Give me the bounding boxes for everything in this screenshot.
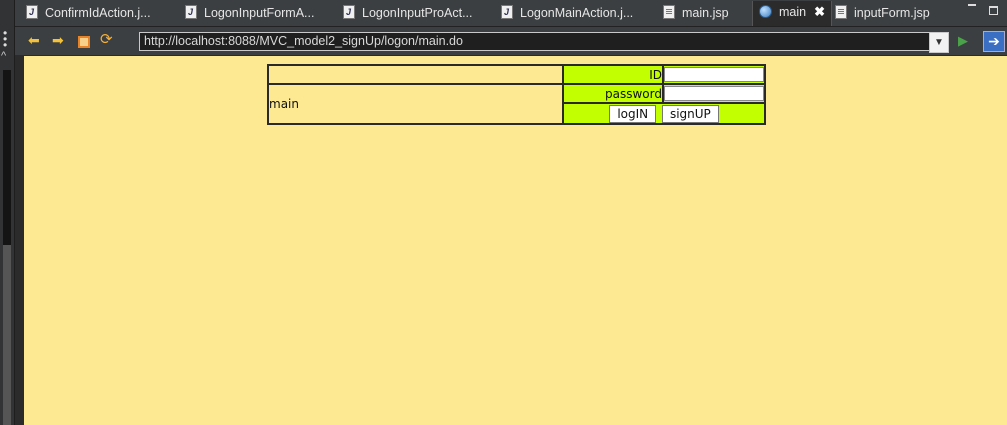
scrollbar-track[interactable] (3, 70, 11, 245)
scroll-up-icon[interactable]: ^ (1, 50, 6, 62)
id-label: ID (562, 64, 664, 85)
tab-label: main (779, 5, 807, 19)
close-icon[interactable]: ✖ (814, 4, 825, 19)
password-input[interactable] (663, 86, 764, 101)
password-input-cell (661, 83, 767, 104)
browser-page: ID main password logIN signUP (24, 56, 1007, 425)
chevron-down-icon[interactable]: ▼ (929, 32, 949, 53)
tab-confirm-id-action[interactable]: ConfirmIdAction.j... (26, 1, 151, 24)
tab-label: LogonInputProAct... (362, 6, 473, 20)
button-row: logIN signUP (562, 102, 766, 125)
java-file-icon (501, 1, 513, 23)
java-file-icon (26, 1, 38, 23)
jsp-file-icon (835, 5, 847, 19)
signup-button[interactable]: signUP (661, 104, 719, 123)
main-content-cell: main (266, 83, 565, 125)
maximize-icon[interactable] (989, 6, 998, 15)
browser-toolbar: ⬅ ➡ ⟳ http://localhost:8088/MVC_model2_s… (14, 27, 1007, 55)
vertical-dots-icon[interactable]: • • • (3, 27, 7, 51)
tab-label: LogonInputFormA... (204, 6, 315, 20)
tab-logon-main-action[interactable]: LogonMainAction.j... (501, 1, 634, 24)
password-label: password (562, 83, 664, 104)
id-input[interactable] (663, 67, 764, 82)
main-layout-table: ID main password logIN signUP (266, 64, 767, 125)
id-input-cell (661, 64, 767, 85)
tab-logon-input-pro-action[interactable]: LogonInputProAct... (343, 1, 473, 24)
tab-input-form-jsp[interactable]: inputForm.jsp (835, 2, 930, 24)
forward-arrow-icon[interactable]: ➡ (52, 33, 64, 47)
login-button[interactable]: logIN (609, 104, 657, 123)
scrollbar-thumb[interactable] (3, 245, 11, 425)
minimize-icon[interactable] (968, 4, 976, 6)
go-play-icon[interactable]: ▶ (958, 33, 968, 49)
back-arrow-icon[interactable]: ⬅ (28, 33, 40, 47)
tab-label: inputForm.jsp (854, 6, 930, 20)
stop-icon[interactable] (78, 36, 90, 48)
tab-main-browser[interactable]: main ✖ (752, 1, 832, 26)
globe-icon (759, 5, 772, 18)
jsp-file-icon (663, 5, 675, 19)
header-cell (266, 64, 565, 85)
java-file-icon (185, 1, 197, 23)
tab-logon-input-form-action[interactable]: LogonInputFormA... (185, 1, 315, 24)
tab-label: LogonMainAction.j... (520, 6, 634, 20)
editor-tab-bar: ConfirmIdAction.j... LogonInputFormA... … (0, 0, 1007, 27)
left-panel-strip: • • • ^ (0, 0, 15, 425)
refresh-icon[interactable]: ⟳ (100, 32, 113, 47)
tab-main-jsp[interactable]: main.jsp (663, 2, 729, 24)
url-input[interactable]: http://localhost:8088/MVC_model2_signUp/… (139, 32, 935, 51)
tab-label: main.jsp (682, 6, 729, 20)
navigate-icon[interactable]: ➔ (983, 31, 1005, 52)
tab-label: ConfirmIdAction.j... (45, 6, 151, 20)
java-file-icon (343, 1, 355, 23)
